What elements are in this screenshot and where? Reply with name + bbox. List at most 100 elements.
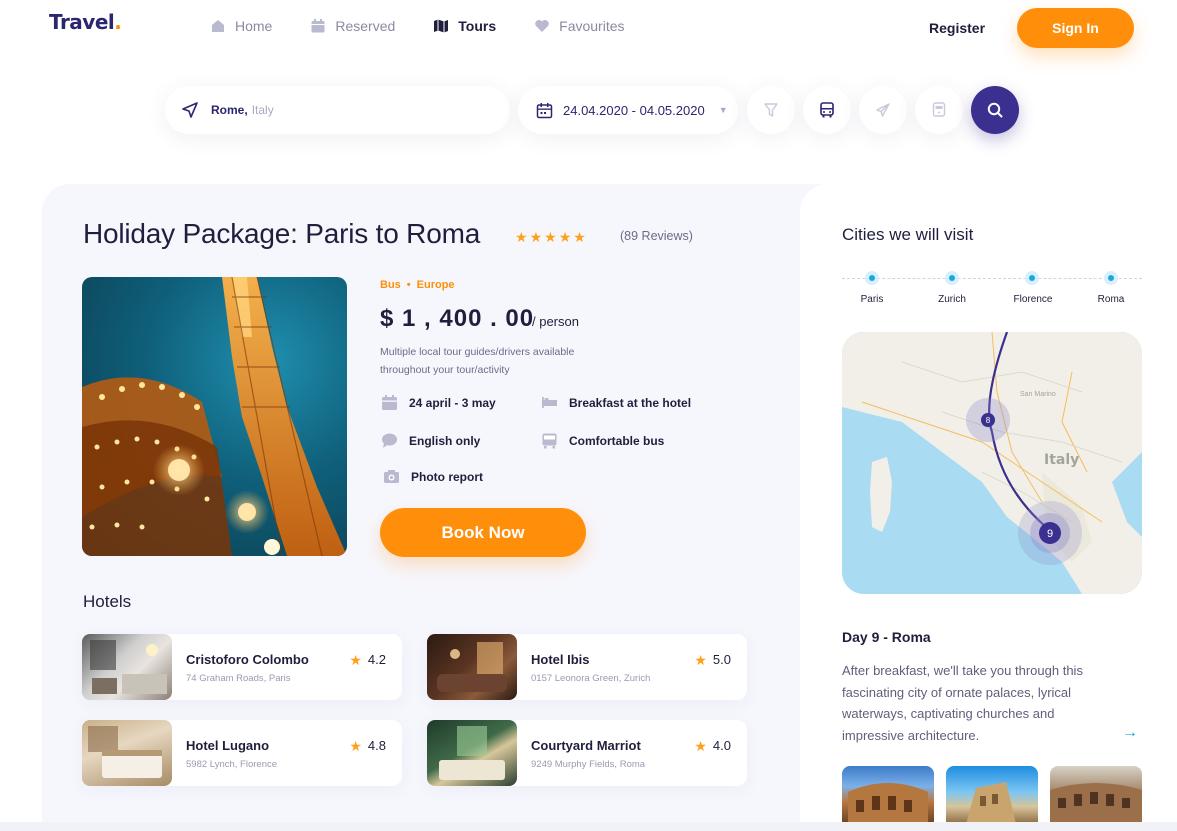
route-map[interactable]: 8 9 Italy San Marino — [842, 332, 1142, 594]
city-stop-dot[interactable] — [945, 271, 959, 285]
star-icon: ★ — [573, 229, 586, 245]
map-country-label: Italy — [1044, 452, 1079, 468]
hotel-photo — [427, 720, 517, 786]
location-city: Rome, — [211, 103, 248, 117]
filter-button[interactable] — [747, 86, 795, 134]
sign-in-button[interactable]: Sign In — [1017, 8, 1134, 48]
calendar-icon — [382, 395, 397, 410]
calendar-icon — [536, 102, 553, 118]
logo-text: Travel — [49, 10, 115, 34]
day-title: Day 9 - Roma — [842, 629, 931, 645]
chevron-down-icon: ▼ — [718, 105, 728, 115]
hotel-rating-value: 4.0 — [712, 738, 731, 753]
star-icon: ★ — [694, 651, 707, 668]
tag-transport: Bus — [380, 279, 401, 291]
eiffel-tower-photo — [82, 277, 347, 556]
city-stop-dot[interactable] — [1025, 271, 1039, 285]
nav-favourites-label: Favourites — [559, 18, 625, 34]
cities-heading: Cities we will visit — [842, 225, 974, 244]
feature-bus: Comfortable bus — [541, 432, 664, 449]
arrow-right-icon[interactable]: → — [1122, 724, 1138, 742]
nav-reserved[interactable]: Reserved — [310, 18, 395, 34]
hotel-address: 0157 Leonora Green, Zurich — [531, 673, 651, 684]
tour-hero-image — [82, 277, 347, 556]
home-icon — [212, 20, 224, 32]
calendar-icon — [311, 19, 325, 33]
hotel-address: 9249 Murphy Fields, Roma — [531, 759, 646, 770]
hotel-rating: ★ 4.0 — [694, 738, 731, 753]
logo-dot: . — [114, 10, 122, 34]
train-transport-button[interactable] — [915, 86, 963, 134]
tour-description: Multiple local tour guides/drivers avail… — [380, 346, 575, 376]
plane-icon — [876, 103, 890, 117]
camera-icon — [384, 470, 399, 483]
feature-breakfast-label: Breakfast at the hotel — [569, 395, 692, 410]
star-icon: ★ — [529, 229, 543, 245]
gallery-photo[interactable] — [842, 766, 934, 824]
hotel-name: Cristoforo Colombo — [186, 652, 309, 667]
gallery-photo[interactable] — [946, 766, 1038, 824]
tour-tags: Bus • Europe — [380, 279, 455, 291]
city-stop-dot[interactable] — [865, 271, 879, 285]
nav-tours[interactable]: Tours — [433, 18, 496, 34]
train-icon — [932, 102, 946, 117]
map-icon — [434, 19, 449, 33]
nav-home-label: Home — [235, 18, 273, 34]
star-icon: ★ — [558, 229, 572, 245]
star-icon: ★ — [515, 229, 528, 245]
city-label: Zurich — [938, 294, 966, 305]
logo[interactable]: Travel. — [49, 10, 122, 34]
nav-tours-label: Tours — [458, 18, 497, 34]
nav-favourites[interactable]: Favourites — [534, 18, 625, 34]
tag-region: Europe — [416, 279, 455, 291]
star-icon: ★ — [544, 229, 557, 245]
hotels-heading: Hotels — [83, 592, 132, 611]
nav-home[interactable]: Home — [210, 18, 272, 34]
search-button[interactable] — [971, 86, 1019, 134]
hotel-rating: ★ 4.2 — [349, 652, 386, 667]
hotel-card[interactable]: Hotel Lugano 5982 Lynch, Florence ★ 4.8 — [82, 720, 402, 786]
map-stop-9-label: 9 — [1047, 528, 1053, 540]
hotel-card[interactable]: Hotel Ibis 0157 Leonora Green, Zurich ★ 5… — [427, 634, 747, 700]
hotel-rating: ★ 4.8 — [349, 738, 386, 753]
date-range-value: 24.04.2020 - 04.05.2020 — [563, 102, 705, 118]
star-icon: ★ — [694, 737, 707, 754]
feature-breakfast: Breakfast at the hotel — [541, 394, 691, 411]
hotel-card[interactable]: Courtyard Marriot 9249 Murphy Fields, Ro… — [427, 720, 747, 786]
tour-title: Holiday Package: Paris to Roma — [83, 218, 481, 249]
city-route-line — [842, 278, 1142, 279]
tour-price: $ 1 , 400 . 00 — [380, 305, 535, 332]
location-country: Italy — [251, 103, 274, 117]
plane-transport-button[interactable] — [859, 86, 907, 134]
hotel-address: 74 Graham Roads, Paris — [186, 673, 291, 684]
bus-transport-button[interactable] — [803, 86, 851, 134]
feature-language: English only — [381, 432, 480, 449]
hotel-name: Courtyard Marriot — [531, 738, 641, 753]
map-stop-8-label: 8 — [986, 416, 991, 425]
bus-icon — [820, 102, 834, 118]
hotel-photo — [82, 720, 172, 786]
date-range-picker[interactable]: 24.04.2020 - 04.05.2020 ▼ — [518, 86, 738, 134]
gallery-photo[interactable] — [1050, 766, 1142, 824]
hotel-rating-value: 5.0 — [712, 652, 731, 667]
tag-separator: • — [406, 279, 411, 291]
location-field[interactable]: Rome, Italy — [165, 86, 510, 134]
hotel-rating-value: 4.2 — [367, 652, 386, 667]
reviews-count[interactable]: (89 Reviews) — [620, 229, 693, 243]
chat-bubble-icon — [382, 433, 397, 448]
heart-icon — [535, 20, 549, 32]
main-nav: Home Reserved Tours Favourites — [210, 18, 625, 34]
city-label: Florence — [1013, 294, 1053, 305]
hotel-rating-value: 4.8 — [367, 738, 386, 753]
hotel-card[interactable]: Cristoforo Colombo 74 Graham Roads, Pari… — [82, 634, 402, 700]
day-description: After breakfast, we'll take you through … — [842, 663, 1083, 743]
star-icon: ★ — [349, 737, 362, 754]
hotel-address: 5982 Lynch, Florence — [186, 759, 278, 770]
city-stop-dot[interactable] — [1104, 271, 1118, 285]
feature-dates-label: 24 april - 3 may — [409, 395, 496, 410]
hotel-photo — [427, 634, 517, 700]
book-now-button[interactable]: Book Now — [380, 508, 586, 557]
navigation-arrow-icon — [182, 102, 198, 118]
register-link[interactable]: Register — [929, 20, 985, 36]
bus-icon — [542, 433, 557, 449]
